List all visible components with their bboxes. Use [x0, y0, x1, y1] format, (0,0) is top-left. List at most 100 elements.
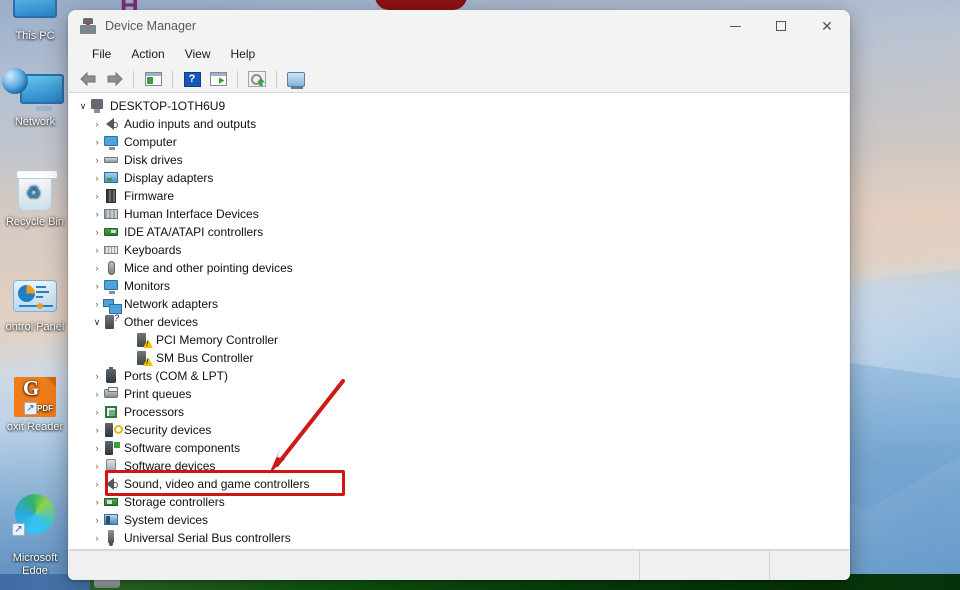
desktop-icon-network[interactable]: Network — [0, 68, 70, 129]
tree-node[interactable]: › Monitors — [69, 277, 849, 295]
tree-node-root[interactable]: ∨ DESKTOP-1OTH6U9 — [69, 97, 849, 115]
chevron-right-icon[interactable]: › — [91, 263, 103, 273]
chevron-right-icon[interactable]: › — [91, 227, 103, 237]
tree-node[interactable]: ∨ Other devices — [69, 313, 849, 331]
desktop-icon-label: This PC — [15, 30, 55, 42]
speaker-icon — [103, 476, 119, 492]
recycle-bin-icon: ♻ — [0, 168, 70, 214]
tree-node[interactable]: › Universal Serial Bus controllers — [69, 529, 849, 547]
chevron-right-icon[interactable]: › — [91, 191, 103, 201]
chevron-right-icon[interactable]: › — [91, 497, 103, 507]
chevron-right-icon[interactable]: › — [91, 299, 103, 309]
scan-hardware-changes-button[interactable] — [284, 68, 308, 90]
desktop-icon-control-panel[interactable]: ontrol Panel — [0, 273, 70, 334]
software-device-icon — [103, 458, 119, 474]
status-pane-3 — [770, 551, 850, 580]
tree-node[interactable]: › IDE ATA/ATAPI controllers — [69, 223, 849, 241]
chevron-right-icon[interactable]: › — [91, 281, 103, 291]
chevron-right-icon[interactable]: › — [91, 443, 103, 453]
question-mark-icon: ? — [183, 71, 201, 87]
tree-node[interactable]: › Print queues — [69, 385, 849, 403]
tree-node[interactable]: › Audio inputs and outputs — [69, 115, 849, 133]
menu-item-view[interactable]: View — [175, 45, 221, 63]
tree-node[interactable]: › Software components — [69, 439, 849, 457]
toolbar-separator — [276, 70, 277, 88]
processor-icon — [103, 404, 119, 420]
tree-node-label: Display adapters — [124, 171, 214, 185]
maximize-button[interactable] — [758, 10, 804, 42]
chevron-right-icon[interactable]: › — [91, 533, 103, 543]
edge-icon: ↗ — [0, 491, 70, 537]
chevron-right-icon[interactable]: › — [91, 119, 103, 129]
tree-node[interactable]: › Processors — [69, 403, 849, 421]
pdf-icon: G PDF ↗ — [0, 373, 70, 419]
storage-controller-icon — [103, 494, 119, 510]
desktop-icon-recycle-bin[interactable]: ♻ Recycle Bin — [0, 168, 70, 229]
tree-node-label: Processors — [124, 405, 185, 419]
device-tree[interactable]: ∨ DESKTOP-1OTH6U9 › Audio inputs and outp… — [69, 92, 849, 550]
show-hidden-devices-button[interactable] — [206, 68, 230, 90]
tree-node[interactable]: › Keyboards — [69, 241, 849, 259]
menu-item-file[interactable]: File — [82, 45, 121, 63]
window-title-bar[interactable]: Device Manager ✕ — [68, 10, 850, 42]
system-device-icon — [103, 512, 119, 528]
chevron-right-icon[interactable]: › — [91, 371, 103, 381]
chevron-right-icon[interactable]: › — [91, 425, 103, 435]
tree-node[interactable]: SM Bus Controller — [69, 349, 849, 367]
tree-node[interactable]: › Storage controllers — [69, 493, 849, 511]
tree-node[interactable]: › Firmware — [69, 187, 849, 205]
desktop-icon-label: Recycle Bin — [5, 216, 65, 228]
tree-node[interactable]: › Human Interface Devices — [69, 205, 849, 223]
window-controls: ✕ — [712, 10, 850, 42]
chevron-right-icon[interactable]: › — [91, 461, 103, 471]
back-button[interactable] — [76, 68, 100, 90]
tree-node[interactable]: PCI Memory Controller — [69, 331, 849, 349]
arrow-left-icon — [79, 72, 95, 86]
status-pane-2 — [640, 551, 770, 580]
minimize-button[interactable] — [712, 10, 758, 42]
tree-node[interactable]: › Computer — [69, 133, 849, 151]
properties-button[interactable] — [141, 68, 165, 90]
tree-node-label: Software components — [124, 441, 241, 455]
tree-node[interactable]: › Network adapters — [69, 295, 849, 314]
tree-node[interactable]: › Security devices — [69, 421, 849, 439]
chevron-right-icon[interactable]: › — [91, 209, 103, 219]
tree-node[interactable]: › Mice and other pointing devices — [69, 259, 849, 277]
chevron-right-icon[interactable]: › — [91, 173, 103, 183]
chevron-down-icon[interactable]: ∨ — [91, 317, 103, 328]
menu-item-help[interactable]: Help — [221, 45, 266, 63]
tree-node[interactable]: › Software devices — [69, 457, 849, 475]
desktop-icon-label: ontrol Panel — [5, 321, 65, 333]
chevron-right-icon[interactable]: › — [91, 515, 103, 525]
gear-update-icon — [248, 71, 266, 87]
menu-item-action[interactable]: Action — [121, 45, 174, 63]
tree-node-label: Disk drives — [124, 153, 183, 167]
tree-node-label: Human Interface Devices — [124, 207, 259, 221]
tree-node[interactable]: › Display adapters — [69, 169, 849, 187]
tree-node-label: SM Bus Controller — [156, 351, 254, 365]
device-manager-icon — [80, 18, 96, 34]
chevron-right-icon[interactable]: › — [91, 137, 103, 147]
desktop-icon-foxit-reader[interactable]: G PDF ↗ oxit Reader — [0, 373, 70, 434]
chevron-right-icon[interactable]: › — [91, 407, 103, 417]
tree-node[interactable]: › System devices — [69, 511, 849, 529]
unknown-device-icon — [135, 332, 153, 348]
forward-button[interactable] — [102, 68, 126, 90]
tree-node[interactable]: › Sound, video and game controllers — [69, 475, 849, 493]
chevron-right-icon[interactable]: › — [91, 389, 103, 399]
control-panel-icon — [0, 273, 70, 319]
desktop-icon-this-pc[interactable]: This PC — [0, 0, 70, 43]
software-component-icon — [103, 440, 120, 456]
tree-node-label: Universal Serial Bus controllers — [124, 531, 291, 545]
chevron-right-icon[interactable]: › — [91, 245, 103, 255]
chevron-right-icon[interactable]: › — [91, 155, 103, 165]
tree-node[interactable]: › Disk drives — [69, 151, 849, 169]
tree-node[interactable]: › Ports (COM & LPT) — [69, 367, 849, 385]
chevron-right-icon[interactable]: › — [91, 479, 103, 489]
chevron-down-icon[interactable]: ∨ — [77, 101, 89, 112]
status-pane-main — [68, 551, 640, 580]
update-driver-button[interactable] — [245, 68, 269, 90]
tree-node-label: Print queues — [124, 387, 192, 401]
close-button[interactable]: ✕ — [804, 10, 850, 42]
help-button[interactable]: ? — [180, 68, 204, 90]
